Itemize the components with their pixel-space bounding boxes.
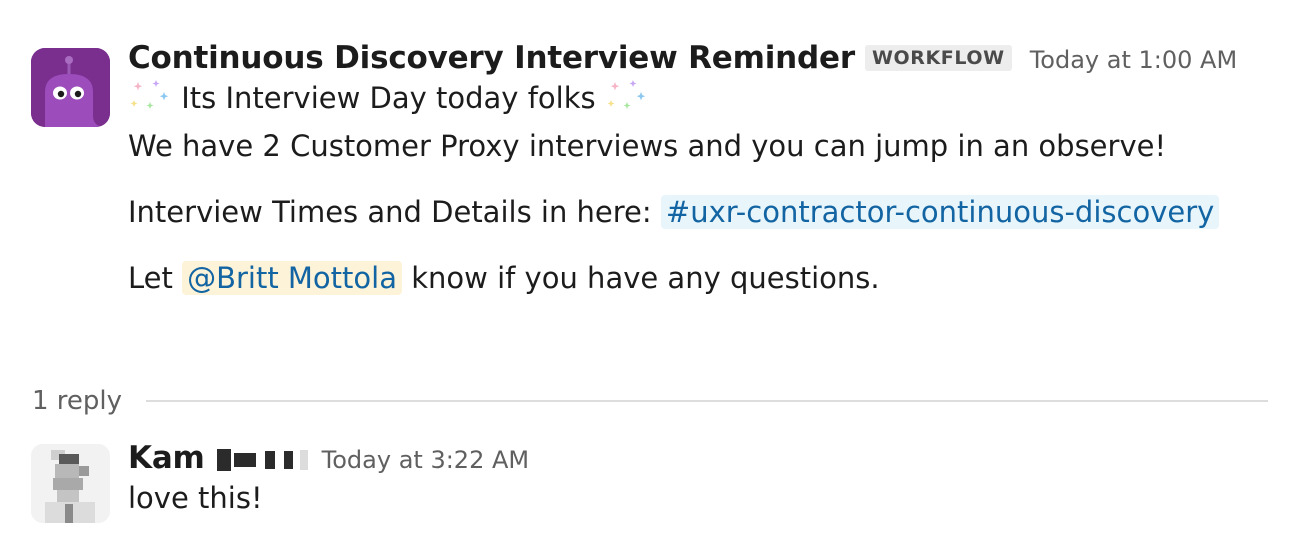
bot-avatar[interactable]	[31, 48, 110, 127]
thread-replies-bar: 1 reply	[32, 386, 1268, 416]
mention-suffix: know if you have any questions.	[402, 261, 880, 295]
reply-timestamp[interactable]: Today at 3:22 AM	[322, 446, 529, 474]
message-mention-paragraph: Let @Britt Mottola know if you have any …	[128, 254, 1262, 302]
reply-sender-name[interactable]: Kam	[128, 440, 205, 476]
user-avatar[interactable]	[31, 444, 110, 523]
reply-count-link[interactable]: 1 reply	[32, 386, 122, 416]
channel-link[interactable]: #uxr-contractor-continuous-discovery	[660, 195, 1220, 229]
mention-prefix: Let	[128, 261, 183, 295]
workflow-badge: WORKFLOW	[864, 45, 1012, 71]
message-header: Continuous Discovery Interview Reminder …	[128, 40, 1262, 76]
sender-name[interactable]: Continuous Discovery Interview Reminder	[128, 40, 855, 76]
message-details-paragraph: Interview Times and Details in here: #ux…	[128, 188, 1262, 236]
reply-header: Kam Today at 3:22 AM	[128, 440, 1262, 476]
reply-text: love this!	[128, 481, 263, 515]
message-line-1: Its Interview Day today folks	[128, 74, 1262, 122]
sparkles-icon	[130, 80, 169, 109]
message-timestamp[interactable]: Today at 1:00 AM	[1030, 46, 1237, 74]
user-mention[interactable]: @Britt Mottola	[182, 261, 402, 295]
blurred-avatar-image	[31, 444, 110, 523]
redacted-surname	[216, 449, 308, 471]
reply-content: Kam Today at 3:22 AM love this!	[128, 440, 1262, 522]
details-prefix: Interview Times and Details in here:	[128, 195, 661, 229]
robot-icon	[31, 48, 110, 127]
announcement-text: Its Interview Day today folks	[181, 81, 596, 115]
message-line-2: We have 2 Customer Proxy interviews and …	[128, 129, 1167, 163]
sparkles-icon	[607, 80, 646, 109]
workflow-content: Continuous Discovery Interview Reminder …	[128, 40, 1262, 302]
thread-divider	[146, 400, 1268, 402]
